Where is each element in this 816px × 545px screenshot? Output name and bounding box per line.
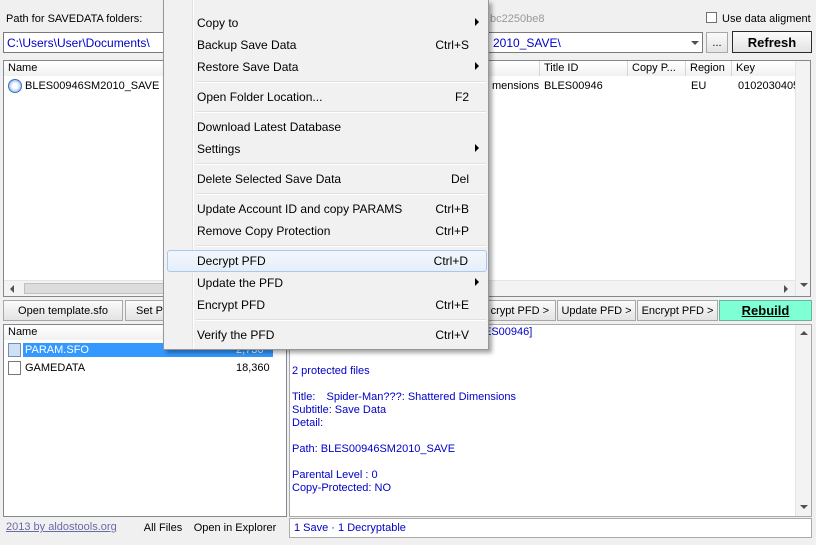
copyright-link[interactable]: 2013 by aldostools.org (6, 521, 117, 533)
hash-fragment: bc2250be8 (490, 13, 545, 25)
hscroll-thumb[interactable] (24, 283, 164, 294)
scroll-right-icon[interactable] (784, 285, 788, 293)
decrypt-pfd-toolbar-button[interactable]: crypt PFD > (486, 300, 556, 321)
menu-item-update-pfd[interactable]: Update the PFD (167, 272, 487, 294)
menu-item-label: Verify the PFD (197, 328, 275, 342)
menu-item-label: Open Folder Location... (197, 90, 323, 104)
menu-item-label: Settings (197, 142, 241, 156)
status-summary-box: 1 Save · 1 Decryptable (289, 518, 812, 538)
open-template-button[interactable]: Open template.sfo (3, 300, 123, 321)
refresh-button[interactable]: Refresh (732, 31, 812, 53)
row-region: EU (691, 80, 707, 92)
row-name: BLES00946SM2010_SAVE (25, 80, 160, 92)
details-title-label: Title: (292, 391, 316, 403)
menu-item-shortcut: Ctrl+E (435, 298, 469, 312)
scroll-down-icon[interactable] (800, 283, 808, 287)
open-explorer-button[interactable]: Open in Explorer (190, 518, 280, 538)
menu-item-copy-to[interactable]: Copy to (167, 12, 487, 34)
menu-item-open-folder[interactable]: Open Folder Location... F2 (167, 86, 487, 108)
col-region[interactable]: Region (686, 61, 732, 76)
menu-item-delete[interactable]: Delete Selected Save Data Del (167, 168, 487, 190)
menu-item-label: Update Account ID and copy PARAMS (197, 202, 403, 216)
menu-item-backup[interactable]: Backup Save Data Ctrl+S (167, 34, 487, 56)
file-list[interactable]: Name PARAM.SFO 2,736 GAMEDATA 18,360 (3, 324, 287, 517)
path-label: Path for SAVEDATA folders: (6, 13, 143, 25)
menu-item-label: Copy to (197, 16, 239, 30)
menu-separator (196, 245, 486, 247)
menu-item-shortcut: Ctrl+V (435, 328, 469, 342)
menu-item-decrypt-pfd[interactable]: Decrypt PFD Ctrl+D (167, 250, 487, 272)
menu-item-remove-protection[interactable]: Remove Copy Protection Ctrl+P (167, 220, 487, 242)
details-protected: 2 protected files (292, 365, 370, 377)
file-name: GAMEDATA (25, 362, 86, 374)
scroll-left-icon[interactable] (10, 285, 14, 293)
menu-item-shortcut: Ctrl+B (435, 202, 469, 216)
details-copy-protected: Copy-Protected: NO (292, 482, 392, 494)
menu-item-shortcut: Ctrl+S (435, 38, 469, 52)
list-item[interactable]: GAMEDATA 18,360 (6, 360, 276, 377)
menu-item-shortcut: F2 (454, 90, 469, 104)
menu-item-update-account[interactable]: Update Account ID and copy PARAMS Ctrl+B (167, 198, 487, 220)
details-vscroll[interactable] (795, 325, 811, 516)
menu-item-shortcut: Ctrl+P (435, 224, 469, 238)
menu-item-shortcut: Ctrl+D (433, 254, 468, 268)
set-p-button[interactable]: Set P (125, 300, 165, 321)
menu-item-shortcut: Del (450, 172, 469, 186)
file-icon (8, 343, 21, 357)
encrypt-pfd-button[interactable]: Encrypt PFD > (637, 300, 718, 321)
details-title: Title: Spider-Man???: Shattered Dimensio… (292, 391, 516, 403)
menu-item-download-db[interactable]: Download Latest Database (167, 116, 487, 138)
save-list-vscroll[interactable] (795, 61, 810, 296)
scroll-down-icon[interactable] (800, 505, 808, 509)
submenu-arrow-icon (475, 144, 479, 152)
menu-item-label: Update the PFD (197, 276, 284, 290)
browse-button[interactable]: ... (706, 32, 728, 53)
menu-separator (196, 81, 486, 83)
menu-item-verify-pfd[interactable]: Verify the PFD Ctrl+V (167, 324, 487, 346)
align-checkbox-label: Use data aligment (722, 13, 811, 25)
submenu-arrow-icon (475, 62, 479, 70)
menu-separator (196, 319, 486, 321)
col-copy[interactable]: Copy P... (628, 61, 686, 76)
details-pane[interactable]: ES00946] 2 protected files Title: Spider… (289, 324, 812, 517)
chevron-down-icon[interactable] (688, 37, 702, 49)
menu-item-label: Remove Copy Protection (197, 224, 331, 238)
update-pfd-button[interactable]: Update PFD > (557, 300, 636, 321)
menu-separator (196, 193, 486, 195)
file-icon (8, 361, 21, 375)
row-title-id: BLES00946 (544, 80, 603, 92)
details-path: Path: BLES00946SM2010_SAVE (292, 443, 456, 455)
details-parental: Parental Level : 0 (292, 469, 378, 481)
path-value-right: 2010_SAVE\ (493, 36, 561, 50)
menu-item-label: Encrypt PFD (197, 298, 266, 312)
save-icon (8, 79, 22, 93)
details-top-line: ES00946] (484, 326, 533, 338)
status-summary: 1 Save · 1 Decryptable (294, 522, 406, 534)
context-menu: Copy to Backup Save Data Ctrl+S Restore … (163, 0, 489, 350)
menu-separator (196, 163, 486, 165)
menu-item-settings[interactable]: Settings (167, 138, 487, 160)
menu-item-encrypt-pfd[interactable]: Encrypt PFD Ctrl+E (167, 294, 487, 316)
all-files-button[interactable]: All Files (142, 518, 184, 538)
menu-item-label: Backup Save Data (197, 38, 297, 52)
rebuild-button[interactable]: Rebuild (719, 300, 812, 321)
submenu-arrow-icon (475, 18, 479, 26)
submenu-arrow-icon (475, 278, 479, 286)
details-detail: Detail: (292, 417, 324, 429)
path-value: C:\Users\User\Documents\ (7, 36, 150, 50)
col-name[interactable]: Name (4, 61, 164, 76)
menu-item-label: Decrypt PFD (197, 254, 266, 268)
menu-item-label: Download Latest Database (197, 120, 342, 134)
col-title-id[interactable]: Title ID (540, 61, 628, 76)
row-desc: mensions (492, 80, 540, 92)
scroll-up-icon[interactable] (800, 331, 808, 335)
menu-item-label: Delete Selected Save Data (197, 172, 342, 186)
menu-item-restore[interactable]: Restore Save Data (167, 56, 487, 78)
menu-separator (196, 111, 486, 113)
details-subtitle: Subtitle: Save Data (292, 404, 387, 416)
file-size: 18,360 (236, 362, 270, 374)
details-title-value: Spider-Man???: Shattered Dimensions (326, 391, 517, 403)
align-checkbox[interactable] (706, 12, 717, 23)
menu-item-label: Restore Save Data (197, 60, 299, 74)
